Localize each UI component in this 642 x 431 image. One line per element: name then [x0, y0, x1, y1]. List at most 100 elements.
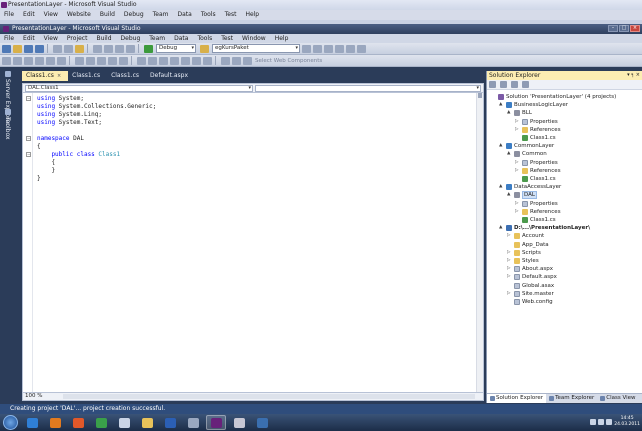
pin-icon[interactable]: ▾ ╕ × — [627, 71, 640, 80]
menu-item-tools[interactable]: Tools — [197, 10, 221, 20]
menu-item-build[interactable]: Build — [92, 34, 116, 43]
copy-icon[interactable] — [64, 44, 73, 53]
toolbar-icon[interactable] — [75, 56, 84, 65]
open-icon[interactable] — [13, 44, 22, 53]
document-tab[interactable]: Class1.cs — [107, 71, 146, 81]
view-class-diagram-icon[interactable] — [521, 81, 529, 88]
document-tab[interactable]: Class1.cs — [68, 71, 107, 81]
taskbar-button[interactable] — [137, 415, 157, 430]
paste-icon[interactable] — [75, 44, 84, 53]
tree-item[interactable]: Class1.cs — [515, 175, 556, 183]
save-all-icon[interactable] — [35, 44, 44, 53]
clock[interactable]: 14:45 24.03.2011 — [614, 416, 640, 428]
toolbar-icon[interactable] — [232, 56, 241, 65]
expand-toggle-icon[interactable]: ▲ — [499, 142, 504, 150]
start-button[interactable] — [3, 415, 18, 430]
menu-item-team[interactable]: Team — [145, 34, 170, 43]
expand-toggle-icon[interactable]: ▲ — [499, 183, 504, 191]
taskbar-button[interactable] — [114, 415, 134, 430]
tree-item[interactable]: ▷ References — [515, 167, 561, 175]
tree-item[interactable]: ▲ D:\...\PresentationLayer\ — [499, 224, 590, 232]
toolbar-icon[interactable] — [243, 56, 252, 65]
vertical-scrollbar[interactable] — [476, 93, 483, 392]
toolbar-icon[interactable] — [35, 56, 44, 65]
toolbar-icon[interactable] — [221, 56, 230, 65]
tree-item[interactable]: ▲ CommonLayer — [499, 142, 554, 150]
expand-toggle-icon[interactable]: ▲ — [499, 224, 504, 232]
tree-item[interactable]: ▷ Properties — [515, 200, 558, 208]
toolbox-tab[interactable]: Toolbox — [4, 109, 11, 140]
taskbar-button[interactable] — [22, 415, 42, 430]
toolbar-icon[interactable] — [159, 56, 168, 65]
find-combo[interactable]: egKursPaket ▾ — [212, 44, 300, 53]
navigate-forward-icon[interactable] — [126, 44, 135, 53]
expand-toggle-icon[interactable]: ▷ — [507, 265, 512, 273]
tree-item[interactable]: Web.config — [507, 298, 553, 306]
expand-toggle-icon[interactable]: ▲ — [499, 101, 504, 109]
menu-item-window[interactable]: Window — [238, 34, 271, 43]
tree-item[interactable]: ▷ Styles — [507, 257, 539, 265]
volume-icon[interactable] — [598, 419, 605, 425]
tree-item[interactable]: ▷ References — [515, 126, 561, 134]
save-icon[interactable] — [24, 44, 33, 53]
expand-toggle-icon[interactable]: ▷ — [507, 249, 512, 257]
horizontal-scrollbar[interactable] — [63, 394, 475, 399]
tree-item[interactable]: ▲ DataAccessLayer — [499, 183, 561, 191]
find-in-files-icon[interactable] — [302, 44, 311, 53]
toolbar-icon[interactable] — [108, 56, 117, 65]
menu-item-view[interactable]: View — [40, 34, 63, 43]
menu-item-website[interactable]: Website — [63, 10, 96, 20]
tree-item[interactable]: ▲ DAL — [507, 191, 537, 200]
toolbox-icon[interactable] — [346, 44, 355, 53]
toolbar-icon[interactable] — [192, 56, 201, 65]
document-tab[interactable]: Default.aspx — [146, 71, 195, 81]
menu-item-debug[interactable]: Debug — [120, 10, 149, 20]
undo-icon[interactable] — [93, 44, 102, 53]
toolbar-icon[interactable] — [57, 56, 66, 65]
zoom-level[interactable]: 100 % — [25, 393, 42, 400]
expand-toggle-icon[interactable]: ▷ — [515, 167, 520, 175]
expand-toggle-icon[interactable]: ▷ — [507, 232, 512, 240]
start-debugging-icon[interactable] — [144, 44, 153, 53]
menu-item-team[interactable]: Team — [149, 10, 174, 20]
expand-toggle-icon[interactable]: ▷ — [515, 208, 520, 216]
taskbar-button[interactable] — [229, 415, 249, 430]
menu-item-debug[interactable]: Debug — [117, 34, 146, 43]
menu-item-edit[interactable]: Edit — [19, 34, 40, 43]
show-all-files-icon[interactable] — [499, 81, 507, 88]
expand-toggle-icon[interactable]: ▷ — [515, 126, 520, 134]
properties-icon[interactable] — [489, 81, 496, 88]
menu-item-help[interactable]: Help — [271, 34, 294, 43]
tree-item[interactable]: ▲ Common — [507, 150, 547, 158]
collapse-icon[interactable]: − — [26, 96, 31, 101]
tree-item[interactable]: Solution 'PresentationLayer' (4 projects… — [491, 93, 616, 101]
tree-item[interactable]: ▷ Properties — [515, 118, 558, 126]
redo-icon[interactable] — [104, 44, 113, 53]
menu-item-test[interactable]: Test — [217, 34, 238, 43]
tree-item[interactable]: ▷ References — [515, 208, 561, 216]
expand-toggle-icon[interactable]: ▷ — [507, 257, 512, 265]
toolbar-icon[interactable] — [181, 56, 190, 65]
expand-toggle-icon[interactable]: ▷ — [507, 273, 512, 281]
menu-item-data[interactable]: Data — [170, 34, 193, 43]
taskbar-button[interactable] — [160, 415, 180, 430]
solution-explorer-icon[interactable] — [313, 44, 322, 53]
toolbar-icon[interactable] — [46, 56, 55, 65]
menu-item-build[interactable]: Build — [96, 10, 120, 20]
expand-toggle-icon[interactable]: ▷ — [515, 159, 520, 167]
expand-toggle-icon[interactable]: ▲ — [507, 150, 512, 158]
menu-item-test[interactable]: Test — [221, 10, 242, 20]
close-button[interactable]: × — [630, 25, 640, 32]
taskbar-button[interactable] — [183, 415, 203, 430]
toolbar-icon[interactable] — [13, 56, 22, 65]
collapse-icon[interactable]: − — [26, 136, 31, 141]
taskbar-button[interactable] — [252, 415, 272, 430]
taskbar-button[interactable] — [68, 415, 88, 430]
splitter-handle[interactable] — [478, 93, 482, 98]
menu-item-data[interactable]: Data — [174, 10, 197, 20]
tree-item[interactable]: ▲ BusinessLogicLayer — [499, 101, 568, 109]
solution-configuration-combo[interactable]: Debug ▾ — [156, 44, 196, 53]
expand-toggle-icon[interactable]: ▲ — [507, 191, 512, 199]
tree-item[interactable]: ▷ Site.master — [507, 290, 554, 298]
panel-tab-solution-explorer[interactable]: Solution Explorer — [487, 394, 547, 403]
